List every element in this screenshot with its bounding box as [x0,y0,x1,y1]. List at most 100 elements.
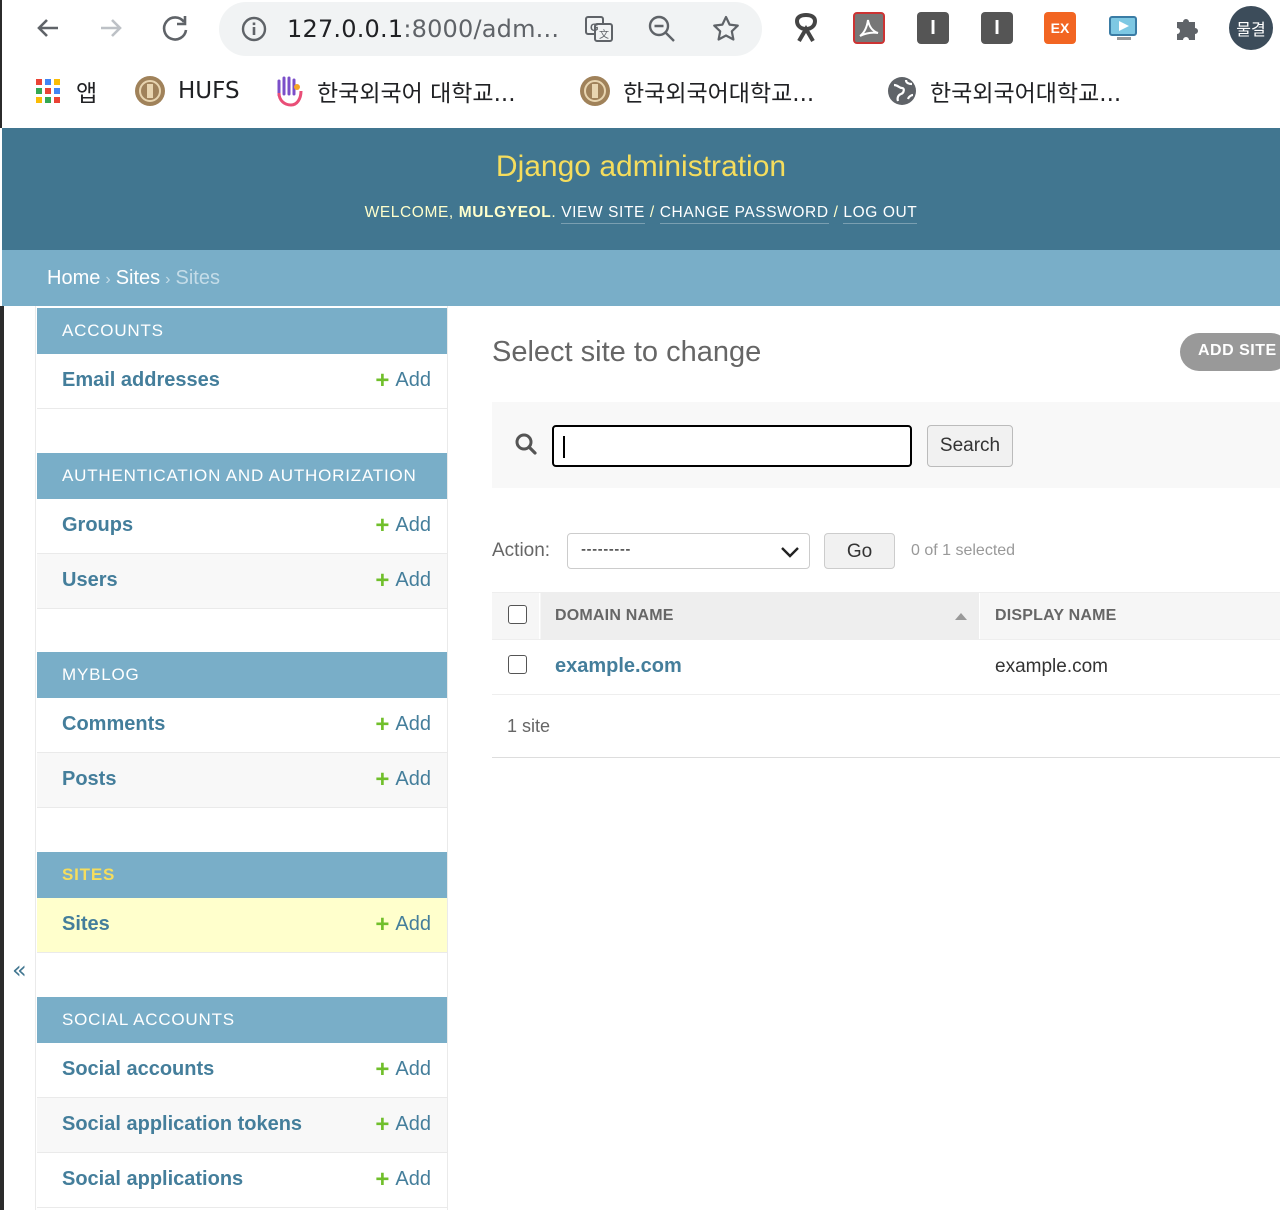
profile-avatar[interactable]: 물결 [1229,6,1273,50]
breadcrumb: Home › Sites › Sites [2,250,1280,306]
plus-icon: + [375,710,390,738]
svg-text:G: G [590,22,599,34]
table-header: Domain name Display name [492,592,1280,640]
globe-icon [886,75,918,107]
model-link[interactable]: Groups [62,514,133,537]
nav-sidebar-toggle-column: « [4,306,36,1210]
bookmark-hufs-2[interactable]: 한국외국어대학교... [579,76,814,107]
ribbon-extension-icon[interactable] [788,10,824,46]
search-input[interactable] [552,425,912,467]
bookmark-label: 한국외국어대학교... [930,81,1122,107]
add-site-button[interactable]: Add site [1180,333,1280,371]
column-header-label: Domain name [555,607,674,624]
model-link[interactable]: Social applications [62,1168,243,1191]
site-name[interactable]: Django administration [2,150,1280,184]
add-link[interactable]: + Add [375,1112,431,1136]
breadcrumb-app[interactable]: Sites [116,267,160,289]
column-header-domain[interactable]: Domain name [541,593,980,639]
i-extension-label: I [981,12,1013,44]
info-icon[interactable] [239,14,269,44]
column-header-label: Display name [995,607,1117,624]
add-link[interactable]: + Add [375,1057,431,1081]
model-link[interactable]: Sites [62,913,110,936]
puzzle-extension-icon[interactable] [1169,10,1205,46]
bookmark-star-icon[interactable] [711,14,741,44]
i-extension-icon[interactable]: I [979,10,1015,46]
model-link[interactable]: Posts [62,768,116,791]
add-link[interactable]: + Add [375,513,431,537]
module-caption[interactable]: Accounts [37,308,447,354]
model-row-users: Users + Add [37,554,447,609]
add-label: Add [395,913,431,935]
row-checkbox[interactable] [508,655,527,674]
ex-extension-icon[interactable]: EX [1042,10,1078,46]
search-icon [515,433,537,455]
view-site-link[interactable]: View site [561,204,645,224]
i-extension-label: I [917,12,949,44]
model-row-social-app-tokens: Social application tokens + Add [37,1098,447,1153]
add-label: Add [395,1058,431,1080]
text-caret [563,436,565,458]
model-link[interactable]: Email addresses [62,369,220,392]
log-out-link[interactable]: Log out [843,204,918,224]
add-link[interactable]: + Add [375,1165,431,1193]
model-row-groups: Groups + Add [37,499,447,554]
add-link[interactable]: + Add [375,710,431,738]
apps-grid-icon [32,75,64,107]
model-link[interactable]: Social application tokens [62,1113,302,1136]
header-checkbox-cell [492,593,540,639]
add-link[interactable]: + Add [375,368,431,392]
select-all-checkbox[interactable] [508,605,527,624]
action-select[interactable]: --------- [567,533,810,569]
result-count: 1 site [507,716,551,736]
address-bar[interactable]: 127.0.0.1:8000/adm... G文 [219,2,762,56]
model-row-comments: Comments + Add [37,698,447,753]
browser-chrome: 127.0.0.1:8000/adm... G文 I I EX 물결 앱 HUF… [0,0,1280,128]
go-button[interactable]: Go [824,533,895,569]
module-caption[interactable]: Sites [37,852,447,898]
bookmark-apps[interactable]: 앱 [32,75,98,107]
forward-button[interactable] [91,8,131,48]
add-label: Add [395,768,431,790]
bookmark-hufs-3[interactable]: 한국외국어대학교... [886,75,1122,107]
plus-icon: + [375,1165,390,1193]
module-caption[interactable]: Authentication and Authorization [37,453,447,499]
hufs-logo-icon [134,75,166,107]
breadcrumb-home[interactable]: Home [47,267,100,289]
toggle-sidebar-button[interactable]: « [12,956,27,984]
module-caption[interactable]: Myblog [37,652,447,698]
plus-icon: + [375,765,390,793]
zoom-icon[interactable] [647,14,677,44]
i-extension-icon[interactable]: I [915,10,951,46]
bookmark-hufs-hand[interactable]: 한국외국어 대학교... [273,75,516,107]
separator: / [833,204,839,221]
reload-button[interactable] [155,8,195,48]
bookmark-label: 한국외국어 대학교... [317,81,516,107]
paginator: 1 site [492,702,1280,758]
forward-arrow-icon [101,19,122,37]
model-link[interactable]: Users [62,569,118,592]
column-header-display[interactable]: Display name [981,593,1280,639]
add-link[interactable]: + Add [375,765,431,793]
pdf-extension-icon[interactable] [851,10,887,46]
search-button[interactable]: Search [927,425,1013,467]
bookmark-label: 앱 [76,81,98,107]
model-link[interactable]: Comments [62,713,165,736]
model-link[interactable]: Social accounts [62,1058,214,1081]
module-caption[interactable]: Social Accounts [37,997,447,1043]
hand-logo-icon [273,75,305,107]
screen-extension-icon[interactable] [1106,10,1142,46]
change-password-link[interactable]: Change password [659,204,829,224]
domain-link[interactable]: example.com [555,655,682,678]
module-sites: Sites Sites + Add [37,852,447,953]
result-list-table: Domain name Display name example.com exa… [492,592,1280,695]
translate-icon[interactable]: G文 [584,14,614,44]
add-label: Add [395,514,431,536]
add-link[interactable]: + Add [375,912,431,936]
bookmark-hufs[interactable]: HUFS [134,76,240,106]
url-text: 127.0.0.1:8000/adm... [287,15,559,43]
sort-ascending-icon[interactable] [955,613,967,620]
bookmarks-bar: 앱 HUFS 한국외국어 대학교... 한국외국어대학교... 한국외국어대학교… [2,64,1280,120]
add-link[interactable]: + Add [375,568,431,592]
back-button[interactable] [28,8,68,48]
